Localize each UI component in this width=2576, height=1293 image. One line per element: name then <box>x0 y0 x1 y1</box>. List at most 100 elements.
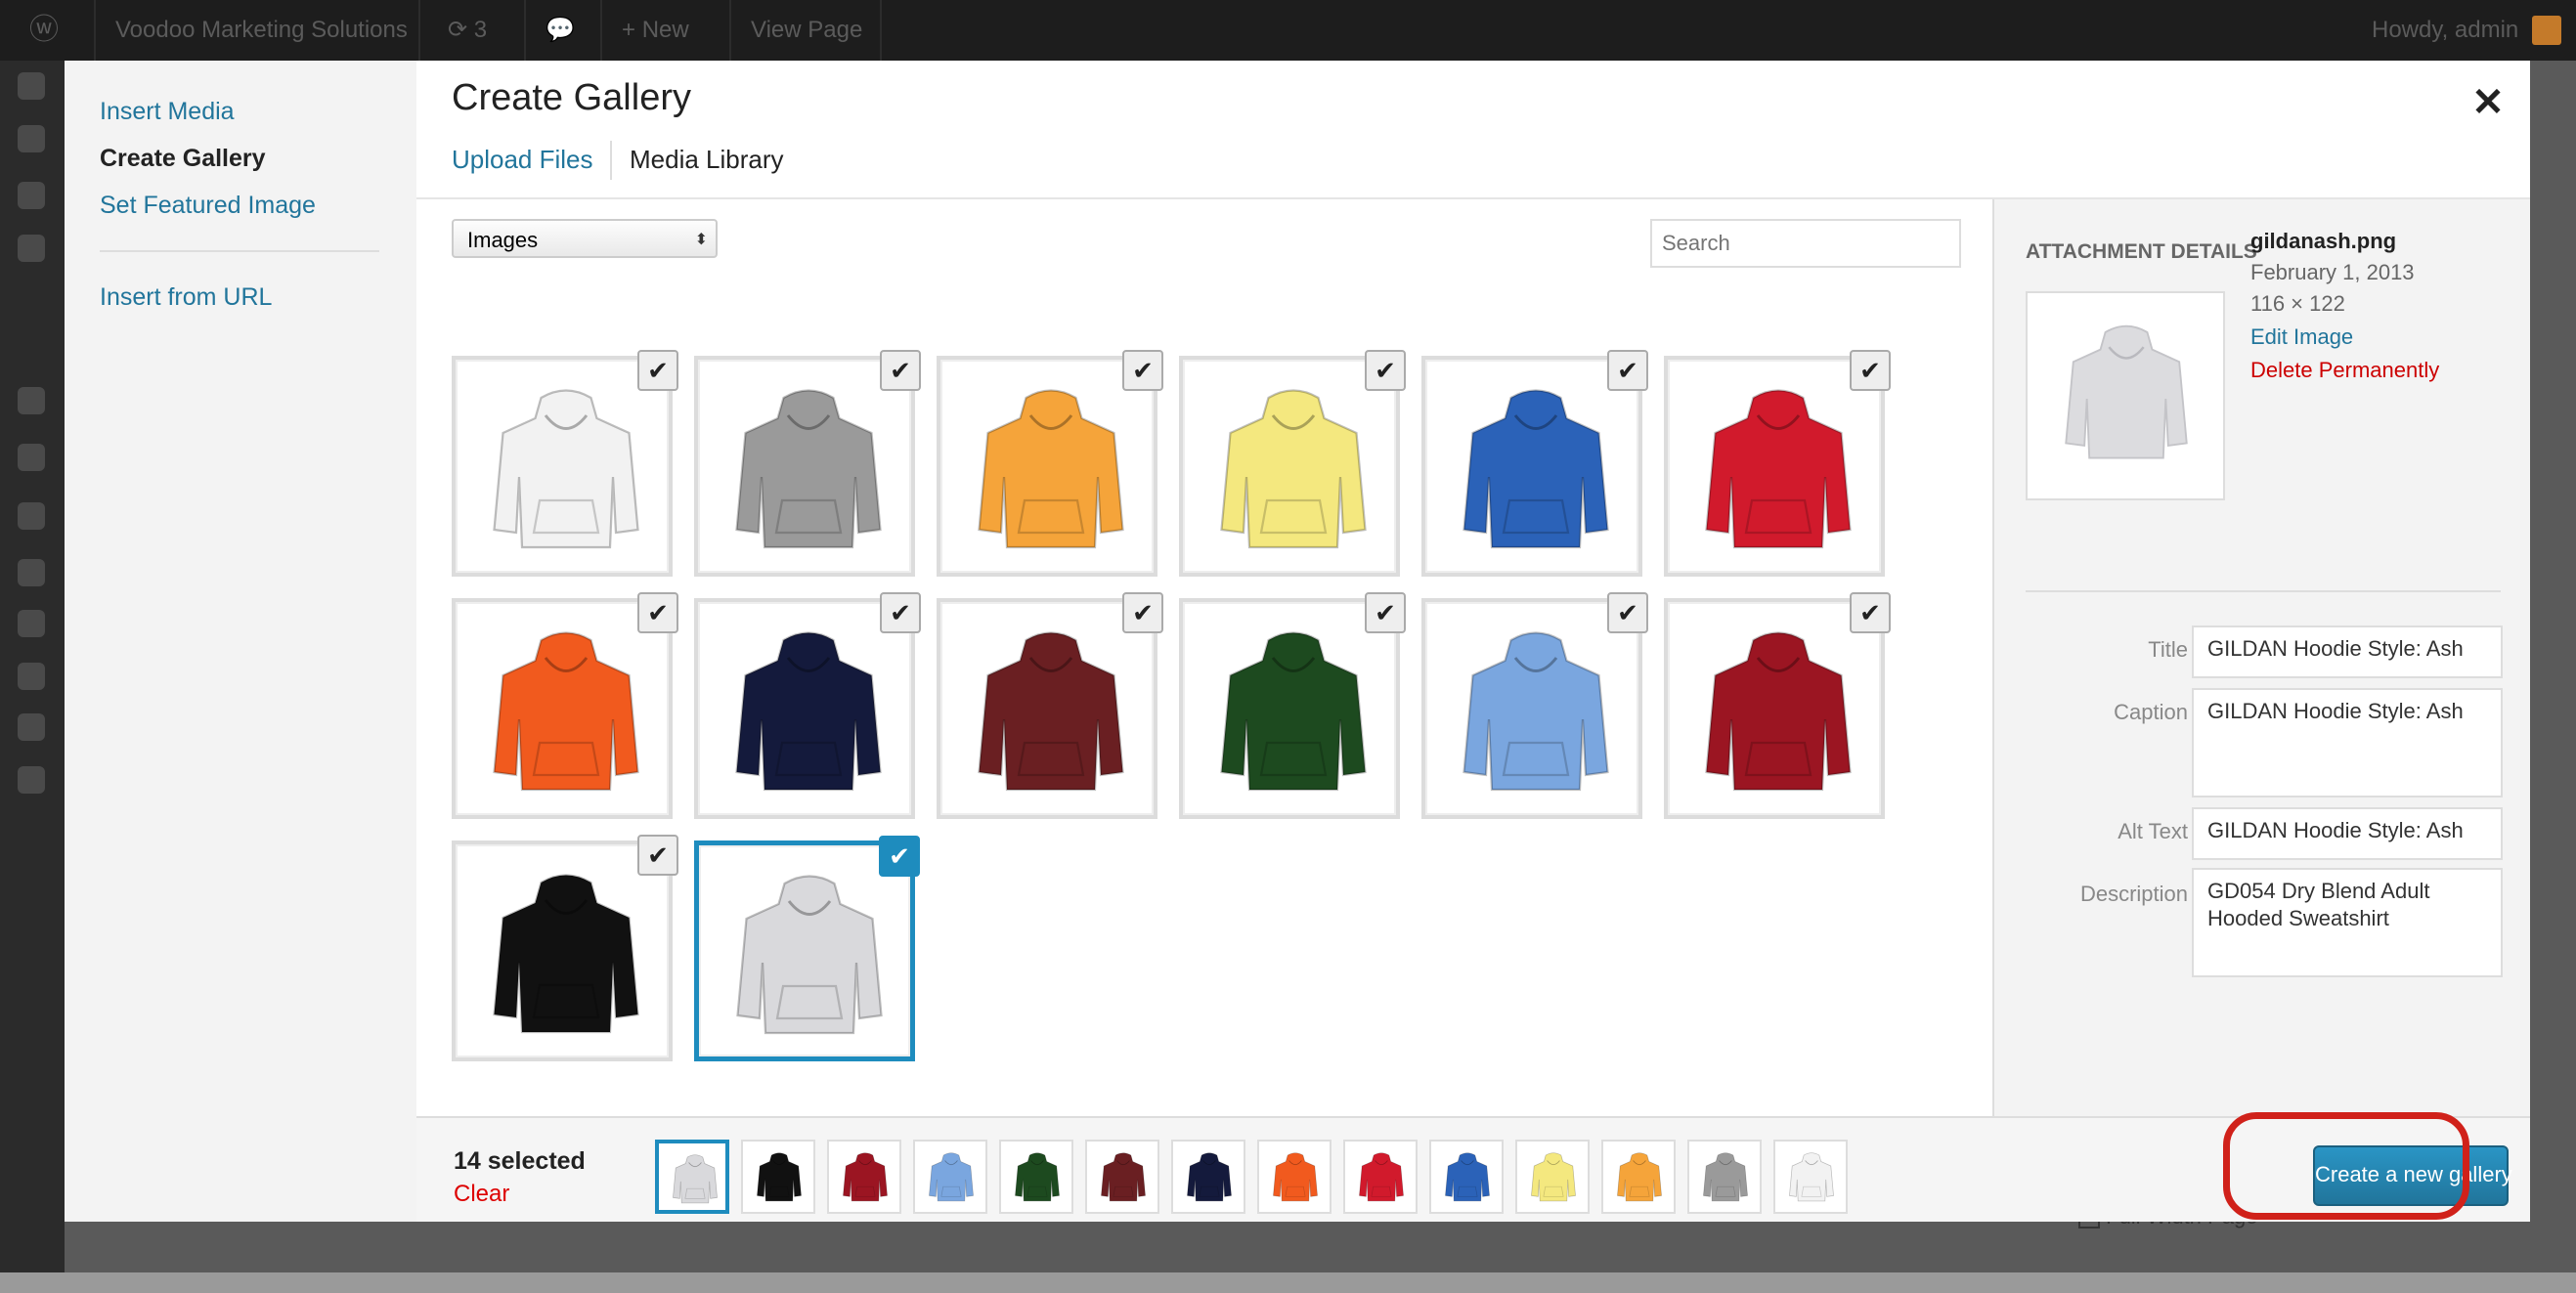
tab-media-library[interactable]: Media Library <box>630 145 784 175</box>
attachment-filename: gildanash.png <box>2250 229 2397 253</box>
checkmark-icon[interactable]: ✔ <box>879 836 920 877</box>
pages-icon <box>18 235 45 262</box>
selection-thumbnail[interactable] <box>1773 1140 1848 1214</box>
checkmark-icon[interactable]: ✔ <box>1365 350 1406 391</box>
attachment-thumbnail[interactable]: ✔ <box>452 835 678 1061</box>
admin-bar: ⓦ Voodoo Marketing Solutions ⟳ 3 💬 + New… <box>0 0 2576 61</box>
hoodie-image <box>735 389 882 549</box>
attachment-thumbnail[interactable]: ✔ <box>452 592 678 819</box>
alt-text-field[interactable]: GILDAN Hoodie Style: Ash <box>2192 807 2503 860</box>
selection-thumbnail[interactable] <box>741 1140 815 1214</box>
attachment-thumbnail[interactable]: ✔ <box>452 350 678 577</box>
avatar[interactable] <box>2532 16 2561 45</box>
attachment-details-heading: ATTACHMENT DETAILS <box>2026 240 2257 263</box>
wordpress-logo-icon[interactable]: ⓦ <box>29 0 59 61</box>
admin-menu-background <box>0 61 65 1272</box>
checkmark-icon[interactable]: ✔ <box>1365 592 1406 633</box>
hoodie-image <box>1531 1152 1576 1202</box>
hoodie-image <box>1617 1152 1662 1202</box>
selection-thumbnail[interactable] <box>1687 1140 1762 1214</box>
tools-icon <box>18 663 45 690</box>
selection-thumbnail[interactable] <box>1257 1140 1332 1214</box>
hoodie-image <box>1359 1152 1404 1202</box>
modal-title: Create Gallery <box>452 77 691 118</box>
edit-image-link[interactable]: Edit Image <box>2250 324 2353 350</box>
selection-thumbnail[interactable] <box>1429 1140 1504 1214</box>
annotation-highlight-circle <box>2223 1112 2469 1220</box>
selection-thumbnail[interactable] <box>1085 1140 1159 1214</box>
checkmark-icon[interactable]: ✔ <box>1850 350 1891 391</box>
checkmark-icon[interactable]: ✔ <box>1122 592 1163 633</box>
hoodie-image <box>1705 631 1852 792</box>
checkmark-icon[interactable]: ✔ <box>880 350 921 391</box>
attachment-dimensions: 116 × 122 <box>2250 291 2345 316</box>
menu-create-gallery[interactable]: Create Gallery <box>100 145 266 173</box>
clear-selection-link[interactable]: Clear <box>454 1181 509 1208</box>
hoodie-image <box>736 875 883 1035</box>
attachment-thumbnail[interactable]: ✔ <box>694 592 921 819</box>
menu-insert-from-url[interactable]: Insert from URL <box>100 283 272 312</box>
hoodie-image <box>1703 1152 1748 1202</box>
selection-thumbnail[interactable] <box>1171 1140 1245 1214</box>
hoodie-image <box>1220 389 1367 549</box>
menu-set-featured-image[interactable]: Set Featured Image <box>100 192 316 220</box>
description-label: Description <box>2079 882 2188 906</box>
details-divider <box>2026 590 2501 592</box>
selection-thumbnail[interactable] <box>913 1140 987 1214</box>
attachment-thumbnail[interactable]: ✔ <box>937 592 1163 819</box>
delete-permanently-link[interactable]: Delete Permanently <box>2250 358 2439 383</box>
attachment-thumbnail[interactable]: ✔ <box>694 350 921 577</box>
hoodie-image <box>1463 631 1609 792</box>
attachment-thumbnail[interactable]: ✔ <box>1179 592 1406 819</box>
new-content-link[interactable]: + New <box>622 0 689 61</box>
checkmark-icon[interactable]: ✔ <box>637 592 678 633</box>
title-label: Title <box>2148 637 2188 662</box>
title-field[interactable]: GILDAN Hoodie Style: Ash <box>2192 625 2503 678</box>
menu-insert-media[interactable]: Insert Media <box>100 98 235 126</box>
checkmark-icon[interactable]: ✔ <box>1607 592 1648 633</box>
selection-thumbnail[interactable] <box>655 1140 729 1214</box>
caption-field[interactable]: GILDAN Hoodie Style: Ash <box>2192 688 2503 797</box>
attachment-thumbnail[interactable]: ✔ <box>1421 592 1648 819</box>
page-bottom-bar <box>0 1272 2576 1293</box>
howdy-link[interactable]: Howdy, admin <box>2372 0 2518 61</box>
selection-thumbnail[interactable] <box>1601 1140 1676 1214</box>
refresh-icon: ⟳ <box>448 17 474 43</box>
checkmark-icon[interactable]: ✔ <box>1122 350 1163 391</box>
checkmark-icon[interactable]: ✔ <box>1607 350 1648 391</box>
checkmark-icon[interactable]: ✔ <box>880 592 921 633</box>
tab-upload-files[interactable]: Upload Files <box>452 145 593 175</box>
updates-count: 3 <box>473 17 488 43</box>
attachment-details-thumbnail <box>2026 291 2225 500</box>
caption-label: Caption <box>2114 700 2188 724</box>
hoodie-image <box>493 389 639 549</box>
filter-selected-value: Images <box>467 228 539 252</box>
attachment-thumbnail[interactable]: ✔ <box>1664 350 1891 577</box>
hoodie-image <box>1273 1152 1318 1202</box>
checkmark-icon[interactable]: ✔ <box>637 350 678 391</box>
attachment-thumbnail[interactable]: ✔ <box>1421 350 1648 577</box>
search-input[interactable] <box>1650 219 1961 268</box>
media-modal: Insert Media Create Gallery Set Featured… <box>65 61 2530 1222</box>
checkmark-icon[interactable]: ✔ <box>637 835 678 876</box>
comments-menu-icon <box>18 387 45 414</box>
hoodie-image <box>978 389 1124 549</box>
selection-thumbnail[interactable] <box>1343 1140 1418 1214</box>
media-type-filter[interactable]: Images ⬍ <box>452 219 718 258</box>
description-field[interactable]: GD054 Dry Blend Adult Hooded Sweatshirt <box>2192 868 2503 977</box>
users-icon <box>18 610 45 637</box>
selection-thumbnail[interactable] <box>1515 1140 1590 1214</box>
attachment-thumbnail[interactable]: ✔ <box>937 350 1163 577</box>
updates-link[interactable]: ⟳ 3 <box>448 0 487 61</box>
attachment-thumbnail[interactable]: ✔ <box>694 836 920 1061</box>
close-icon[interactable]: ✕ <box>2464 78 2512 127</box>
selection-thumbnail[interactable] <box>999 1140 1073 1214</box>
selection-thumbnail[interactable] <box>827 1140 901 1214</box>
attachment-thumbnail[interactable]: ✔ <box>1179 350 1406 577</box>
site-name-link[interactable]: Voodoo Marketing Solutions <box>115 0 408 61</box>
hoodie-image <box>757 1152 802 1202</box>
attachment-thumbnail[interactable]: ✔ <box>1664 592 1891 819</box>
view-page-link[interactable]: View Page <box>751 0 862 61</box>
checkmark-icon[interactable]: ✔ <box>1850 592 1891 633</box>
comments-icon[interactable]: 💬 <box>546 0 575 61</box>
